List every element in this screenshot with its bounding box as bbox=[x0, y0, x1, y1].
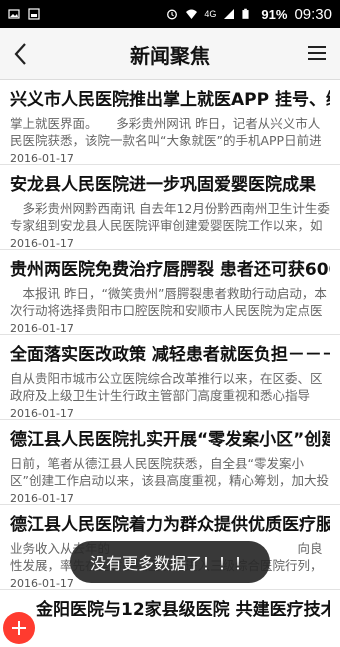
app-bar: 新闻聚焦 bbox=[0, 28, 340, 80]
news-title: 安龙县人民医院进一步巩固爱婴医院成果 bbox=[10, 175, 316, 195]
news-item[interactable]: 安龙县人民医院进一步巩固爱婴医院成果 多彩贵州网黔西南讯 自去年12月份黔西南州… bbox=[0, 165, 340, 250]
news-summary: 日前，笔者从德江县人民医院获悉，自全县“零发案小区”创建工作启动以来，该县高度重… bbox=[10, 456, 329, 488]
news-title: 金阳医院与12家县级医院 共建医疗技术联合 bbox=[36, 600, 330, 620]
battery-icon bbox=[242, 8, 254, 20]
news-item[interactable]: 全面落实医改政策 减轻患者就医负担－－－－ 自从贵阳市城市公立医院综合改革推行以… bbox=[0, 335, 340, 420]
news-date: 2016-01-17 bbox=[10, 407, 74, 420]
hamburger-menu-icon[interactable] bbox=[306, 42, 328, 64]
news-title: 德江县人民医院着力为群众提供优质医疗服务 bbox=[10, 515, 330, 535]
network-type-label: 4G bbox=[204, 9, 217, 19]
news-item[interactable]: 兴义市人民医院推出掌上就医APP 挂号、缴 掌上就医界面。 多彩贵州网讯 昨日，… bbox=[0, 80, 340, 165]
add-button[interactable] bbox=[3, 612, 35, 644]
page-title: 新闻聚焦 bbox=[130, 44, 210, 68]
news-item[interactable]: 金阳医院与12家县级医院 共建医疗技术联合 bbox=[0, 590, 340, 647]
clock: 09:30 bbox=[294, 5, 332, 23]
battery-percent: 91% bbox=[261, 6, 288, 22]
news-title: 兴义市人民医院推出掌上就医APP 挂号、缴 bbox=[10, 90, 330, 110]
news-date: 2016-01-17 bbox=[10, 152, 74, 165]
status-bar: 4G 91% 09:30 bbox=[0, 0, 340, 28]
news-date: 2016-01-17 bbox=[10, 492, 74, 505]
news-summary: 自从贵阳市城市公立医院综合改革推行以来，在区委、区政府及上级卫生计生行政主管部门… bbox=[10, 371, 323, 403]
news-item[interactable]: 德江县人民医院扎实开展“零发案小区”创建工 日前，笔者从德江县人民医院获悉，自全… bbox=[0, 420, 340, 505]
news-summary: 多彩贵州网黔西南讯 自去年12月份黔西南州卫生计生委专家组到安龙县人民医院评审创… bbox=[10, 201, 330, 233]
news-title: 贵州两医院免费治疗唇腭裂 患者还可获600元 bbox=[10, 260, 330, 280]
news-item[interactable]: 贵州两医院免费治疗唇腭裂 患者还可获600元 本报讯 昨日，“微笑贵州”唇腭裂患… bbox=[0, 250, 340, 335]
plus-icon bbox=[12, 621, 26, 635]
image-notification-icon bbox=[8, 8, 20, 20]
news-title: 全面落实医改政策 减轻患者就医负担－－－－ bbox=[10, 345, 330, 365]
toast-message: 没有更多数据了！！！ bbox=[70, 541, 270, 583]
gallery-notification-icon bbox=[28, 8, 40, 20]
news-summary: 本报讯 昨日，“微笑贵州”唇腭裂患者救助行动启动，本次行动将选择贵阳市口腔医院和… bbox=[10, 286, 327, 318]
news-summary: 掌上就医界面。 多彩贵州网讯 昨日，记者从兴义市人民医院获悉，该院一款名叫“大象… bbox=[10, 116, 322, 148]
news-date: 2016-01-17 bbox=[10, 322, 74, 335]
signal-icon bbox=[223, 8, 235, 20]
alarm-icon bbox=[166, 8, 178, 20]
wifi-icon bbox=[185, 8, 198, 20]
news-title: 德江县人民医院扎实开展“零发案小区”创建工 bbox=[10, 430, 330, 450]
news-date: 2016-01-17 bbox=[10, 237, 74, 250]
